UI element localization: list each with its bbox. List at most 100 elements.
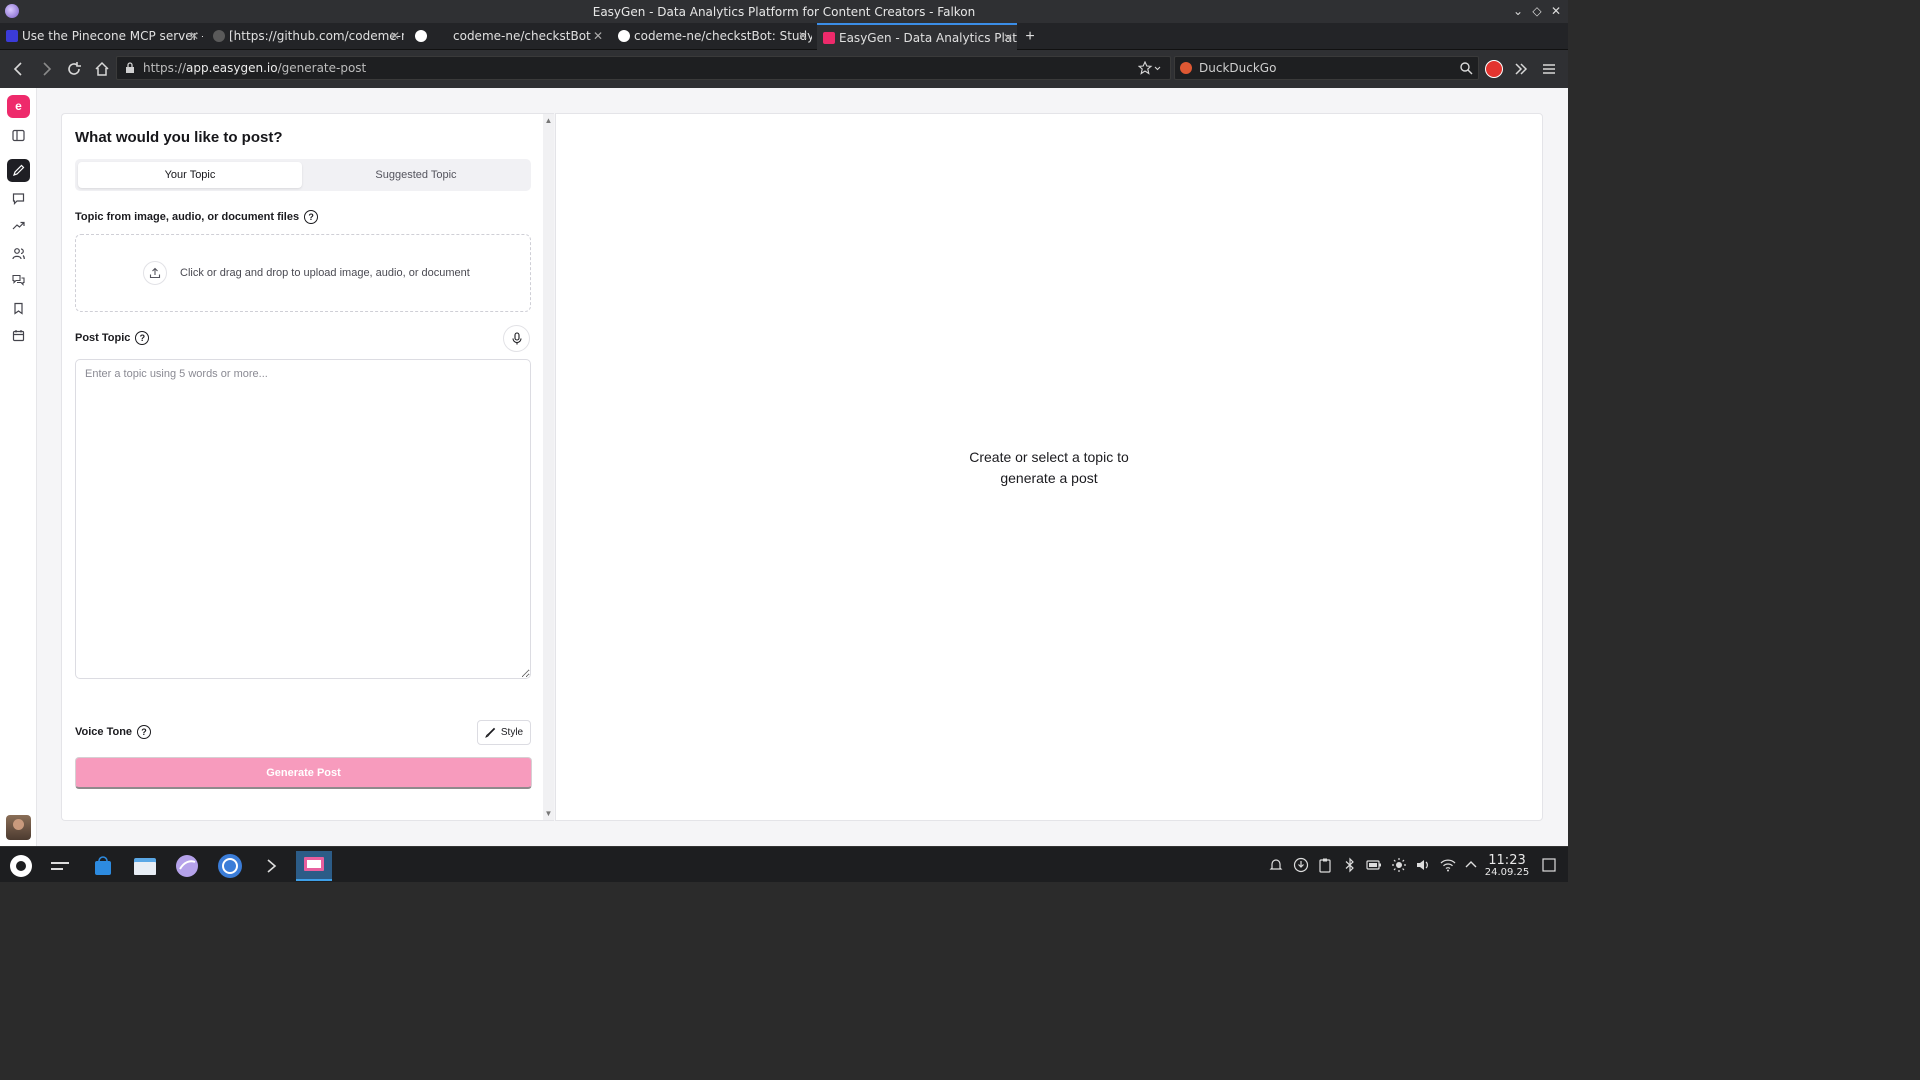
avatar[interactable] [6, 815, 31, 840]
message-icon[interactable] [7, 187, 30, 210]
sidebar-toggle-icon[interactable] [7, 124, 30, 147]
post-form-card: What would you like to post? Your Topic … [61, 113, 543, 821]
tab-bar: Use the Pinecone MCP server -... ✕ [http… [0, 23, 1568, 50]
volume-icon[interactable] [1415, 857, 1431, 873]
generate-post-button[interactable]: Generate Post [75, 757, 532, 789]
link-favicon-icon [213, 30, 225, 42]
upload-label: Topic from image, audio, or document fil… [75, 211, 300, 223]
easygen-favicon-icon [823, 32, 835, 44]
help-icon[interactable]: ? [137, 725, 152, 739]
bluetooth-icon[interactable] [1342, 857, 1358, 873]
presentation-app-icon[interactable] [296, 851, 332, 881]
notifications-icon[interactable] [1268, 857, 1284, 873]
upload-icon [143, 261, 167, 285]
dropzone-text: Click or drag and drop to upload image, … [180, 267, 470, 279]
updates-icon[interactable] [1293, 857, 1309, 873]
clipboard-icon[interactable] [1317, 857, 1333, 873]
tab-close-icon[interactable]: ✕ [388, 23, 402, 50]
pinecone-favicon-icon [6, 30, 18, 42]
form-scrollbar[interactable]: ▲ ▼ [543, 113, 554, 821]
lock-icon [126, 62, 134, 73]
home-icon[interactable] [92, 59, 112, 79]
tray-expand-icon[interactable] [1463, 857, 1479, 873]
terminal-icon[interactable] [254, 851, 290, 881]
post-topic-label-row: Post Topic ? [75, 331, 150, 345]
new-tab-button[interactable]: + [1022, 23, 1038, 50]
topic-mode-toggle: Your Topic Suggested Topic [75, 159, 531, 191]
menu-icon[interactable] [1540, 60, 1558, 78]
post-topic-label: Post Topic [75, 332, 131, 344]
tab-close-icon[interactable]: ✕ [591, 23, 605, 50]
tab-label: EasyGen - Data Analytics Platf... [839, 31, 1017, 45]
maximize-icon[interactable]: ◇ [1529, 3, 1545, 19]
store-icon[interactable] [85, 851, 121, 881]
scroll-down-icon[interactable]: ▼ [544, 809, 553, 818]
bookmark-star-icon[interactable] [1138, 61, 1162, 75]
empty-state-line-2: generate a post [1000, 470, 1098, 486]
tab-github-link[interactable]: [https://github.com/codeme-n... ✕ [207, 23, 404, 50]
tab-suggested-topic[interactable]: Suggested Topic [304, 162, 528, 188]
pager-icon[interactable] [42, 851, 78, 881]
app-sidebar: e [0, 88, 37, 846]
wifi-icon[interactable] [1440, 857, 1456, 873]
url-bar[interactable]: https://app.easygen.io/generate-post [116, 56, 1171, 80]
tab-close-icon[interactable]: ✕ [187, 23, 201, 50]
battery-icon[interactable] [1366, 857, 1382, 873]
form-heading: What would you like to post? [75, 129, 283, 146]
close-window-icon[interactable]: ✕ [1548, 3, 1564, 19]
microphone-icon [511, 332, 522, 345]
post-preview-panel: Create or select a topic to generate a p… [555, 113, 1543, 821]
window-title: EasyGen - Data Analytics Platform for Co… [592, 5, 976, 19]
voice-tone-label-row: Voice Tone ? [75, 725, 152, 739]
vscodium-icon[interactable] [212, 851, 248, 881]
url-host: app.easygen.io [186, 61, 278, 75]
trending-icon[interactable] [7, 214, 30, 237]
upload-label-row: Topic from image, audio, or document fil… [75, 210, 319, 224]
scroll-up-icon[interactable]: ▲ [544, 116, 553, 125]
extensions-chevron-icon[interactable] [1512, 60, 1530, 78]
pen-icon[interactable] [7, 159, 30, 182]
forward-icon[interactable] [36, 59, 56, 79]
calendar-icon[interactable] [7, 324, 30, 347]
style-button[interactable]: Style [477, 720, 531, 745]
minimize-icon[interactable]: ⌄ [1510, 3, 1526, 19]
github-favicon-icon [415, 30, 427, 42]
window-titlebar: EasyGen - Data Analytics Platform for Co… [0, 0, 1568, 23]
help-icon[interactable]: ? [304, 210, 319, 224]
search-icon[interactable] [1459, 61, 1473, 75]
back-icon[interactable] [9, 59, 29, 79]
reload-icon[interactable] [64, 59, 84, 79]
page-content: e What would you like to post? Your Topi… [0, 88, 1568, 846]
brush-icon [485, 727, 496, 738]
clock-time: 11:23 [1488, 853, 1526, 868]
tab-close-icon[interactable]: ✕ [796, 23, 810, 50]
url-scheme: https:// [143, 61, 187, 75]
tab-label: Use the Pinecone MCP server -... [22, 29, 203, 43]
bookmark-icon[interactable] [7, 297, 30, 320]
file-dropzone[interactable]: Click or drag and drop to upload image, … [75, 234, 531, 312]
clock-date: 24.09.25 [1484, 867, 1530, 878]
file-manager-icon[interactable] [127, 851, 163, 881]
tab-checkstbot[interactable]: codeme-ne/checkstBot ✕ [431, 23, 607, 50]
empty-state-line-1: Create or select a topic to [969, 449, 1129, 465]
search-bar[interactable]: DuckDuckGo [1174, 56, 1479, 80]
chats-icon[interactable] [7, 269, 30, 292]
show-desktop-icon[interactable] [1541, 857, 1557, 873]
duckduckgo-icon [1180, 62, 1192, 74]
adblock-icon[interactable] [1485, 60, 1503, 78]
microphone-button[interactable] [503, 325, 530, 352]
tab-pinecone[interactable]: Use the Pinecone MCP server -... ✕ [0, 23, 203, 50]
tab-easygen[interactable]: EasyGen - Data Analytics Platf... ✕ [817, 23, 1017, 50]
tab-close-icon[interactable]: ✕ [1001, 25, 1015, 50]
tab-checkstbot-study[interactable]: codeme-ne/checkstBot: Study ... ✕ [612, 23, 812, 50]
tab-your-topic[interactable]: Your Topic [78, 162, 302, 188]
brightness-icon[interactable] [1391, 857, 1407, 873]
post-topic-input[interactable] [75, 359, 531, 679]
navigation-bar: https://app.easygen.io/generate-post Duc… [0, 50, 1568, 88]
clock[interactable]: 11:23 24.09.25 [1484, 853, 1530, 878]
help-icon[interactable]: ? [135, 331, 150, 345]
app-launcher-icon[interactable] [3, 851, 39, 881]
falkon-taskbar-icon[interactable] [169, 851, 205, 881]
users-icon[interactable] [7, 242, 30, 265]
easygen-logo[interactable]: e [7, 95, 30, 118]
